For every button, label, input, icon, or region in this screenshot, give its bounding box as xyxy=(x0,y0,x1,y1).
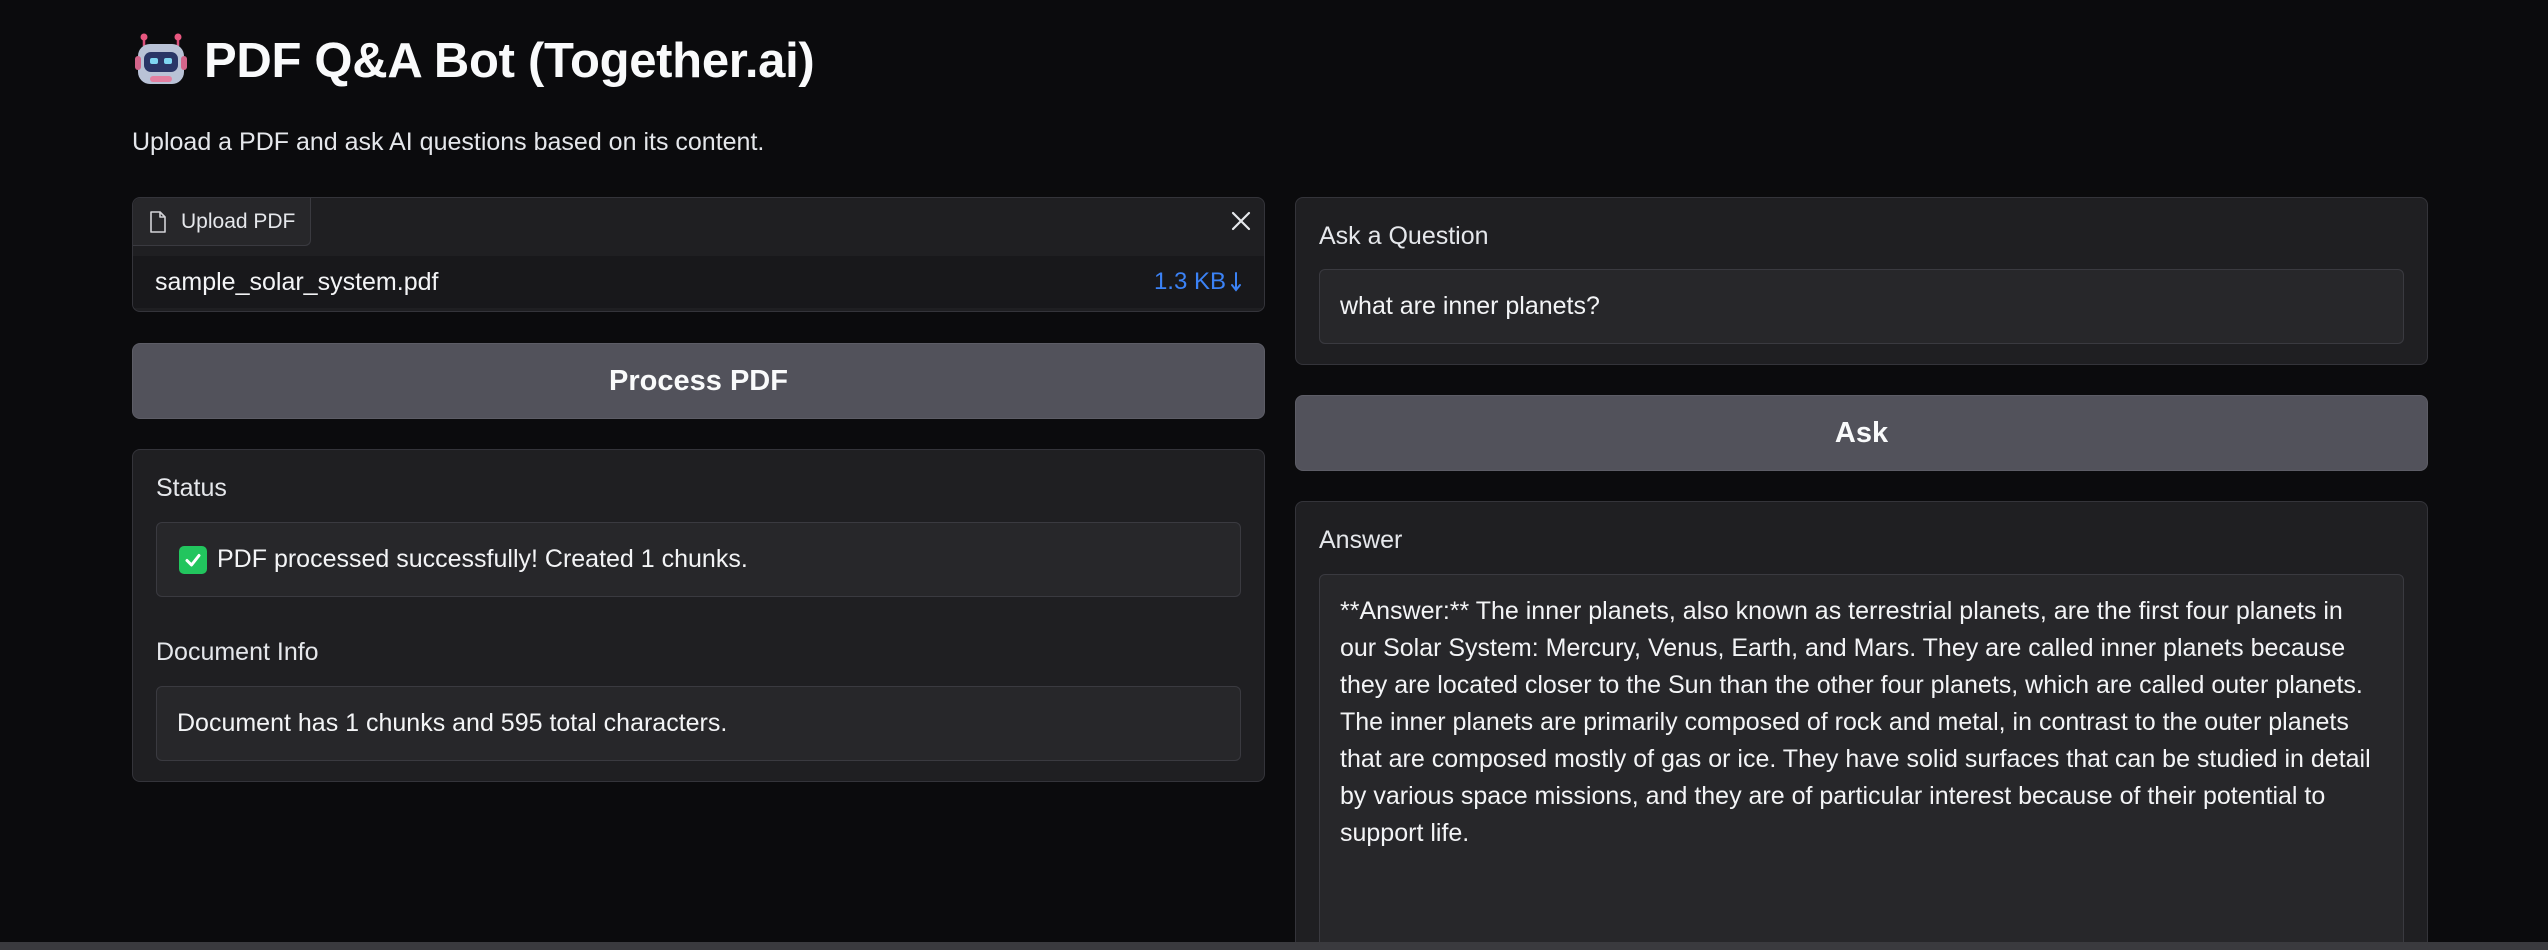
check-icon xyxy=(179,545,207,574)
status-text: PDF processed successfully! Created 1 ch… xyxy=(217,545,748,573)
header: PDF Q&A Bot (Together.ai) xyxy=(132,32,815,90)
bottom-scrollbar-strip xyxy=(0,942,2548,950)
upload-tab-label: Upload PDF xyxy=(181,209,296,233)
uploaded-file-row: sample_solar_system.pdf 1.3 KB xyxy=(133,256,1264,308)
question-input[interactable] xyxy=(1319,269,2404,344)
file-download-link[interactable]: 1.3 KB xyxy=(1154,268,1242,296)
question-panel: Ask a Question xyxy=(1295,197,2428,365)
status-label: Status xyxy=(156,474,227,502)
status-output: PDF processed successfully! Created 1 ch… xyxy=(156,522,1241,597)
file-upload-panel[interactable]: Upload PDF sample_solar_system.pdf 1.3 K… xyxy=(132,197,1265,312)
file-size: 1.3 KB xyxy=(1153,268,1226,295)
ask-button[interactable]: Ask xyxy=(1295,395,2428,471)
download-arrow-icon xyxy=(1231,272,1241,292)
process-pdf-button[interactable]: Process PDF xyxy=(132,343,1265,419)
close-icon xyxy=(1231,211,1251,231)
document-info-output: Document has 1 chunks and 595 total char… xyxy=(156,686,1241,761)
answer-panel: Answer **Answer:** The inner planets, al… xyxy=(1295,501,2428,950)
status-panel: Status PDF processed successfully! Creat… xyxy=(132,449,1265,782)
app-root: PDF Q&A Bot (Together.ai) Upload a PDF a… xyxy=(0,0,2548,950)
upload-pdf-tab[interactable]: Upload PDF xyxy=(133,198,311,246)
file-name: sample_solar_system.pdf xyxy=(155,267,439,296)
answer-output[interactable]: **Answer:** The inner planets, also know… xyxy=(1319,574,2404,950)
answer-label: Answer xyxy=(1319,526,1403,554)
question-label: Ask a Question xyxy=(1319,222,1489,250)
robot-icon xyxy=(135,33,187,84)
page-title: PDF Q&A Bot (Together.ai) xyxy=(204,34,815,88)
clear-file-button[interactable] xyxy=(1224,204,1258,238)
file-icon xyxy=(150,210,166,233)
page-subtitle: Upload a PDF and ask AI questions based … xyxy=(132,128,765,156)
document-info-label: Document Info xyxy=(156,638,319,666)
